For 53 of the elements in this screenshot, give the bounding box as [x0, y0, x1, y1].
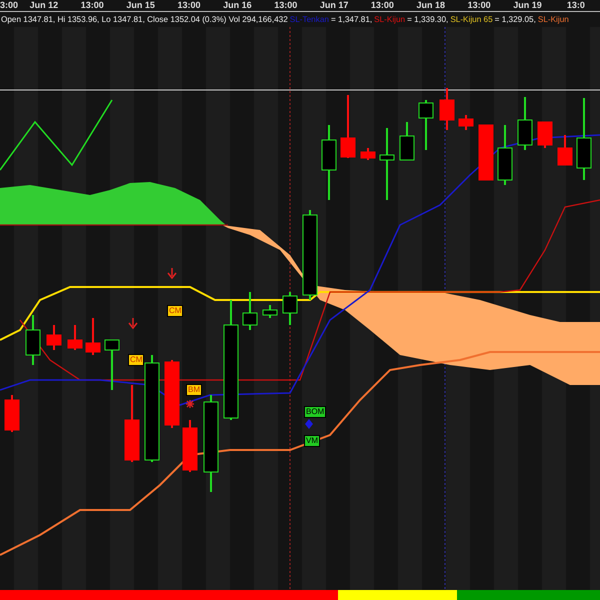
quote-text: Open 1347.81, Hi 1353.96, Lo 1347.81, Close 1352.04 (0.3%) Vol 294,166,432	[1, 15, 288, 24]
time-axis-label: Jun 18	[416, 0, 446, 11]
time-axis-label: 13:00	[466, 0, 492, 11]
time-axis-label: 3:00	[0, 0, 20, 11]
time-axis-label: Jun 16	[222, 0, 253, 11]
legend-label: SL-Kijun	[538, 15, 569, 24]
legend-value: = 1,339.30,	[407, 15, 448, 24]
candlestick	[26, 315, 40, 365]
time-axis-label: Jun 15	[125, 0, 156, 11]
candlestick	[518, 97, 532, 150]
down-arrow-icon	[128, 317, 138, 330]
signal-tag: BM	[186, 384, 202, 396]
time-axis-label: 13:00	[273, 0, 298, 11]
candlestick	[440, 88, 454, 130]
time-axis-label: 13:0	[566, 0, 586, 11]
candlestick	[418, 100, 434, 150]
candlestick	[478, 124, 494, 180]
candlestick	[68, 325, 82, 350]
candlestick	[182, 420, 198, 472]
candlestick	[400, 122, 414, 160]
candlestick	[360, 148, 376, 160]
time-axis-label: 13:00	[176, 0, 202, 11]
legend-label: SL-Tenkan	[290, 15, 329, 24]
candlestick	[282, 292, 298, 325]
signal-tag: VM	[304, 435, 320, 447]
candlestick	[164, 360, 180, 428]
candlestick	[538, 122, 552, 148]
signal-tag: CM	[128, 354, 144, 366]
down-arrow-icon	[167, 267, 177, 280]
candlestick	[46, 325, 62, 350]
candlestick	[4, 395, 20, 432]
time-axis-label: 13:00	[80, 0, 105, 11]
diamond-icon	[305, 419, 313, 429]
candlestick	[458, 115, 474, 130]
time-axis-label: 13:00	[370, 0, 395, 11]
candlestick	[242, 292, 258, 330]
time-axis-label: Jun 17	[318, 0, 350, 11]
time-axis-label: Jun 19	[512, 0, 543, 11]
legend-label: SL-Kijun 65	[450, 15, 493, 24]
time-axis-label: Jun 12	[28, 0, 60, 11]
legend-label: SL-Kijun	[374, 15, 406, 24]
candlestick	[498, 125, 512, 185]
signal-tag: BOM	[304, 406, 326, 418]
candlestick	[86, 318, 100, 355]
candlestick	[104, 340, 120, 390]
legend-value: = 1,347.81,	[330, 15, 372, 24]
asterisk-icon	[185, 399, 195, 409]
candlestick	[558, 135, 572, 166]
candlestick	[380, 128, 394, 200]
legend-value: = 1,329.05,	[494, 15, 536, 24]
candlestick	[262, 305, 278, 318]
signal-tag: CM	[167, 305, 184, 317]
candlestick	[340, 95, 356, 158]
